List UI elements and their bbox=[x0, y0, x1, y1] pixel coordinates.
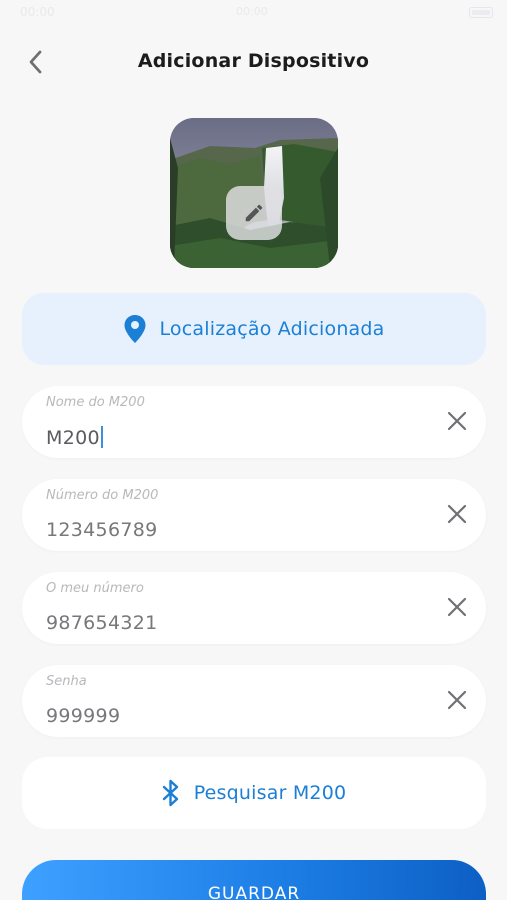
status-center: 00:00 bbox=[236, 5, 268, 18]
save-button[interactable]: GUARDAR bbox=[22, 860, 486, 900]
clear-icon[interactable] bbox=[446, 410, 468, 432]
battery-icon bbox=[469, 7, 493, 18]
search-device-label: Pesquisar M200 bbox=[193, 782, 347, 804]
device-name-label: Nome do M200 bbox=[46, 395, 145, 410]
bluetooth-icon bbox=[162, 779, 178, 807]
edit-photo-button[interactable] bbox=[226, 186, 282, 240]
page-title: Adicionar Dispositivo bbox=[137, 50, 370, 72]
text-caret bbox=[100, 426, 103, 448]
device-number-input[interactable]: 123456789 bbox=[46, 519, 158, 541]
password-label: Senha bbox=[46, 674, 87, 689]
clear-icon[interactable] bbox=[446, 503, 468, 525]
clear-icon[interactable] bbox=[446, 689, 468, 711]
device-name-input[interactable]: M200 bbox=[46, 426, 103, 449]
pencil-icon bbox=[245, 204, 263, 222]
location-added-card[interactable]: Localização Adicionada bbox=[22, 293, 486, 365]
password-field[interactable]: Senha 999999 bbox=[22, 665, 486, 737]
password-input[interactable]: 999999 bbox=[46, 705, 120, 727]
device-number-label: Número do M200 bbox=[46, 488, 159, 503]
location-pin-icon bbox=[124, 315, 146, 343]
status-time: 00:00 bbox=[20, 5, 55, 19]
add-device-screen: 00:00 00:00 Adicionar Dispositivo Locali… bbox=[0, 0, 507, 900]
location-label: Localização Adicionada bbox=[159, 318, 385, 340]
my-number-label: O meu número bbox=[46, 581, 144, 596]
clear-icon[interactable] bbox=[446, 596, 468, 618]
search-device-button[interactable]: Pesquisar M200 bbox=[22, 757, 486, 829]
save-label: GUARDAR bbox=[207, 884, 301, 900]
device-name-value: M200 bbox=[46, 427, 100, 449]
my-number-input[interactable]: 987654321 bbox=[46, 612, 158, 634]
my-number-field[interactable]: O meu número 987654321 bbox=[22, 572, 486, 644]
device-name-field[interactable]: Nome do M200 M200 bbox=[22, 386, 486, 458]
status-bar: 00:00 00:00 bbox=[0, 0, 507, 26]
device-number-field[interactable]: Número do M200 123456789 bbox=[22, 479, 486, 551]
